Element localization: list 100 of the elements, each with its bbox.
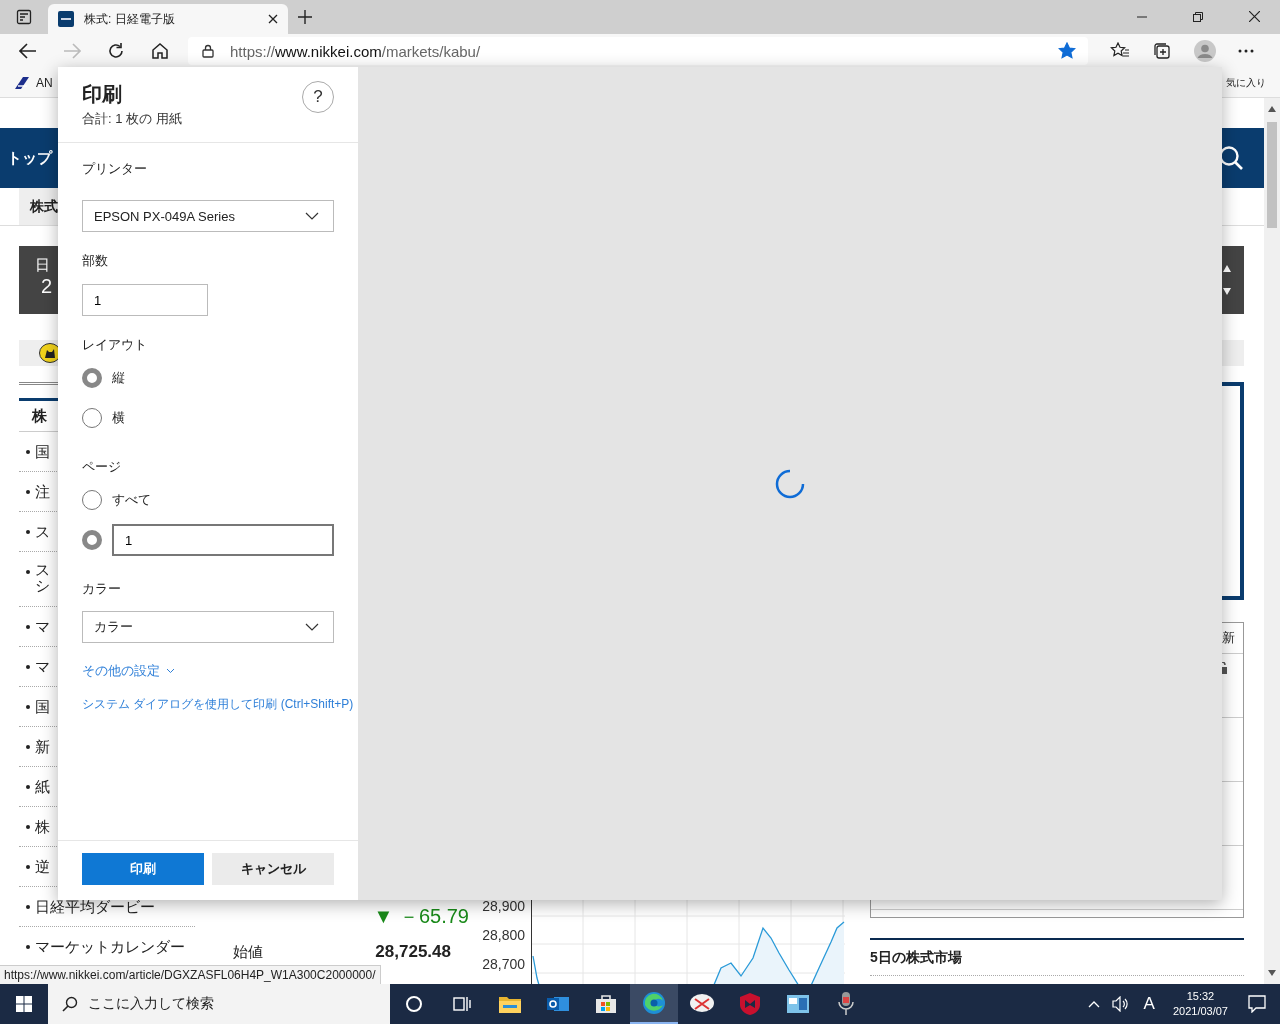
field-label: 部数 [82,252,109,270]
bullet-icon [26,664,30,669]
address-bar[interactable]: https://www.nikkei.com/markets/kabu/ [188,37,1088,65]
help-button[interactable]: ? [302,81,334,113]
collections-icon[interactable] [1152,42,1172,60]
chevron-down-icon [166,668,175,674]
speaker-icon[interactable] [1111,996,1130,1012]
axis-tick-label: 28,900 [482,897,525,916]
more-settings-link[interactable]: その他の設定 [82,662,175,680]
task-view-icon [453,995,471,1013]
refresh-icon[interactable] [107,42,125,60]
close-icon[interactable] [268,14,278,24]
browser-icon [642,991,666,1015]
tab-actions-icon[interactable] [16,9,32,25]
menu-link[interactable]: 新 [35,738,50,755]
input-mode-indicator[interactable]: A [1143,994,1155,1014]
status-url: https://www.nikkei.com/article/DGXZASFL06H4P_W1A300C2000000/ [0,965,381,984]
profile-avatar-icon[interactable] [1194,40,1216,62]
radio-label[interactable]: 縦 [112,369,125,387]
copies-field[interactable]: 1 [82,284,208,316]
bullet-icon [26,904,30,909]
bullet-icon [26,944,30,949]
scissors-icon [689,993,715,1015]
system-dialog-link[interactable]: システム ダイアログを使用して印刷 (Ctrl+Shift+P) [82,696,354,713]
printer-dropdown[interactable]: EPSON PX-049A Series [82,200,334,232]
browser-tab[interactable]: 株式: 日経電子版 [48,4,288,34]
print-button[interactable]: 印刷 [82,853,204,885]
radio-button[interactable] [82,530,102,550]
radio-button[interactable] [82,368,102,388]
back-icon[interactable] [19,43,37,59]
search-field[interactable]: ここに入力して検索 [48,984,390,1024]
menu-link[interactable]: 逆 [35,858,50,875]
restore-icon[interactable] [1193,12,1203,22]
browser-app-button[interactable] [630,984,678,1024]
scrollbar[interactable] [1264,98,1280,984]
section-heading: 5日の株式市場 [870,938,1244,976]
scroll-thumb[interactable] [1267,122,1277,228]
axis-tick-label: 28,700 [482,955,525,974]
clock[interactable]: 15:32 2021/03/07 [1172,989,1228,1019]
menu-link[interactable]: マ [35,618,50,635]
window-icon [787,995,809,1013]
bullet-icon [26,744,30,749]
field-label: レイアウト [82,336,148,354]
lock-icon [202,44,214,58]
menu-link[interactable]: 紙 [35,778,50,795]
bookmark-item[interactable]: AN [14,75,53,90]
bullet-icon [26,529,30,534]
bullet-icon [26,449,30,454]
menu-link[interactable]: 国 [35,443,50,460]
new-tab-icon[interactable] [298,10,312,24]
favorites-icon[interactable] [1110,42,1130,60]
menu-link[interactable]: ス シ [35,562,50,594]
field-label: カラー [82,580,122,598]
page-range-field[interactable]: 1 [112,524,334,556]
favorite-star-icon[interactable] [1058,42,1076,60]
bullet-icon [26,784,30,789]
cancel-button[interactable]: キャンセル [212,853,334,885]
color-dropdown[interactable]: カラー [82,611,334,643]
close-icon[interactable] [1249,11,1260,22]
bullet-icon [26,864,30,869]
menu-link[interactable]: マーケットカレンダー [35,938,185,955]
bullet-icon [26,489,30,494]
start-icon[interactable] [16,996,32,1012]
microphone-icon [838,992,854,1016]
search-icon [62,996,78,1012]
airline-logo-icon [14,75,30,90]
column-header: 新 [1222,629,1235,647]
chevron-down-icon [305,212,319,220]
menu-link[interactable]: 日経平均ダービー [35,898,155,915]
field-label: プリンター [82,160,148,178]
bullet-icon [26,704,30,709]
radio-label[interactable]: すべて [112,491,151,509]
site-logo-icon [58,11,74,27]
menu-link[interactable]: 注 [35,483,50,500]
folder-icon [499,995,521,1013]
menu-link[interactable]: マ [35,658,50,675]
menu-icon[interactable] [1238,49,1254,53]
bullet-icon [26,824,30,829]
open-label: 始値 [233,942,263,962]
circle-icon [405,995,423,1013]
bullet-icon [26,570,30,574]
nav-link[interactable]: トップ [7,148,52,168]
shield-icon [740,993,760,1015]
chevron-up-icon[interactable] [1087,1000,1100,1008]
bookmark-item[interactable]: 気に入り [1226,75,1266,90]
radio-label[interactable]: 横 [112,409,125,427]
up-down-arrows-icon[interactable] [1222,263,1232,297]
chevron-down-icon [305,623,319,631]
scroll-up-icon[interactable] [1268,106,1276,112]
store-bag-icon [595,994,617,1014]
home-icon[interactable] [151,42,169,60]
dialog-title: 印刷 [82,82,123,107]
menu-link[interactable]: 国 [35,698,50,715]
scroll-down-icon[interactable] [1268,970,1276,976]
loading-spinner-icon [775,468,805,499]
menu-link[interactable]: ス [35,523,50,540]
price-change: ▼ －65.79 [373,903,469,929]
price-value: 28,725.48 [375,942,451,962]
menu-link[interactable]: 株 [35,818,50,835]
notification-icon[interactable] [1248,995,1266,1013]
